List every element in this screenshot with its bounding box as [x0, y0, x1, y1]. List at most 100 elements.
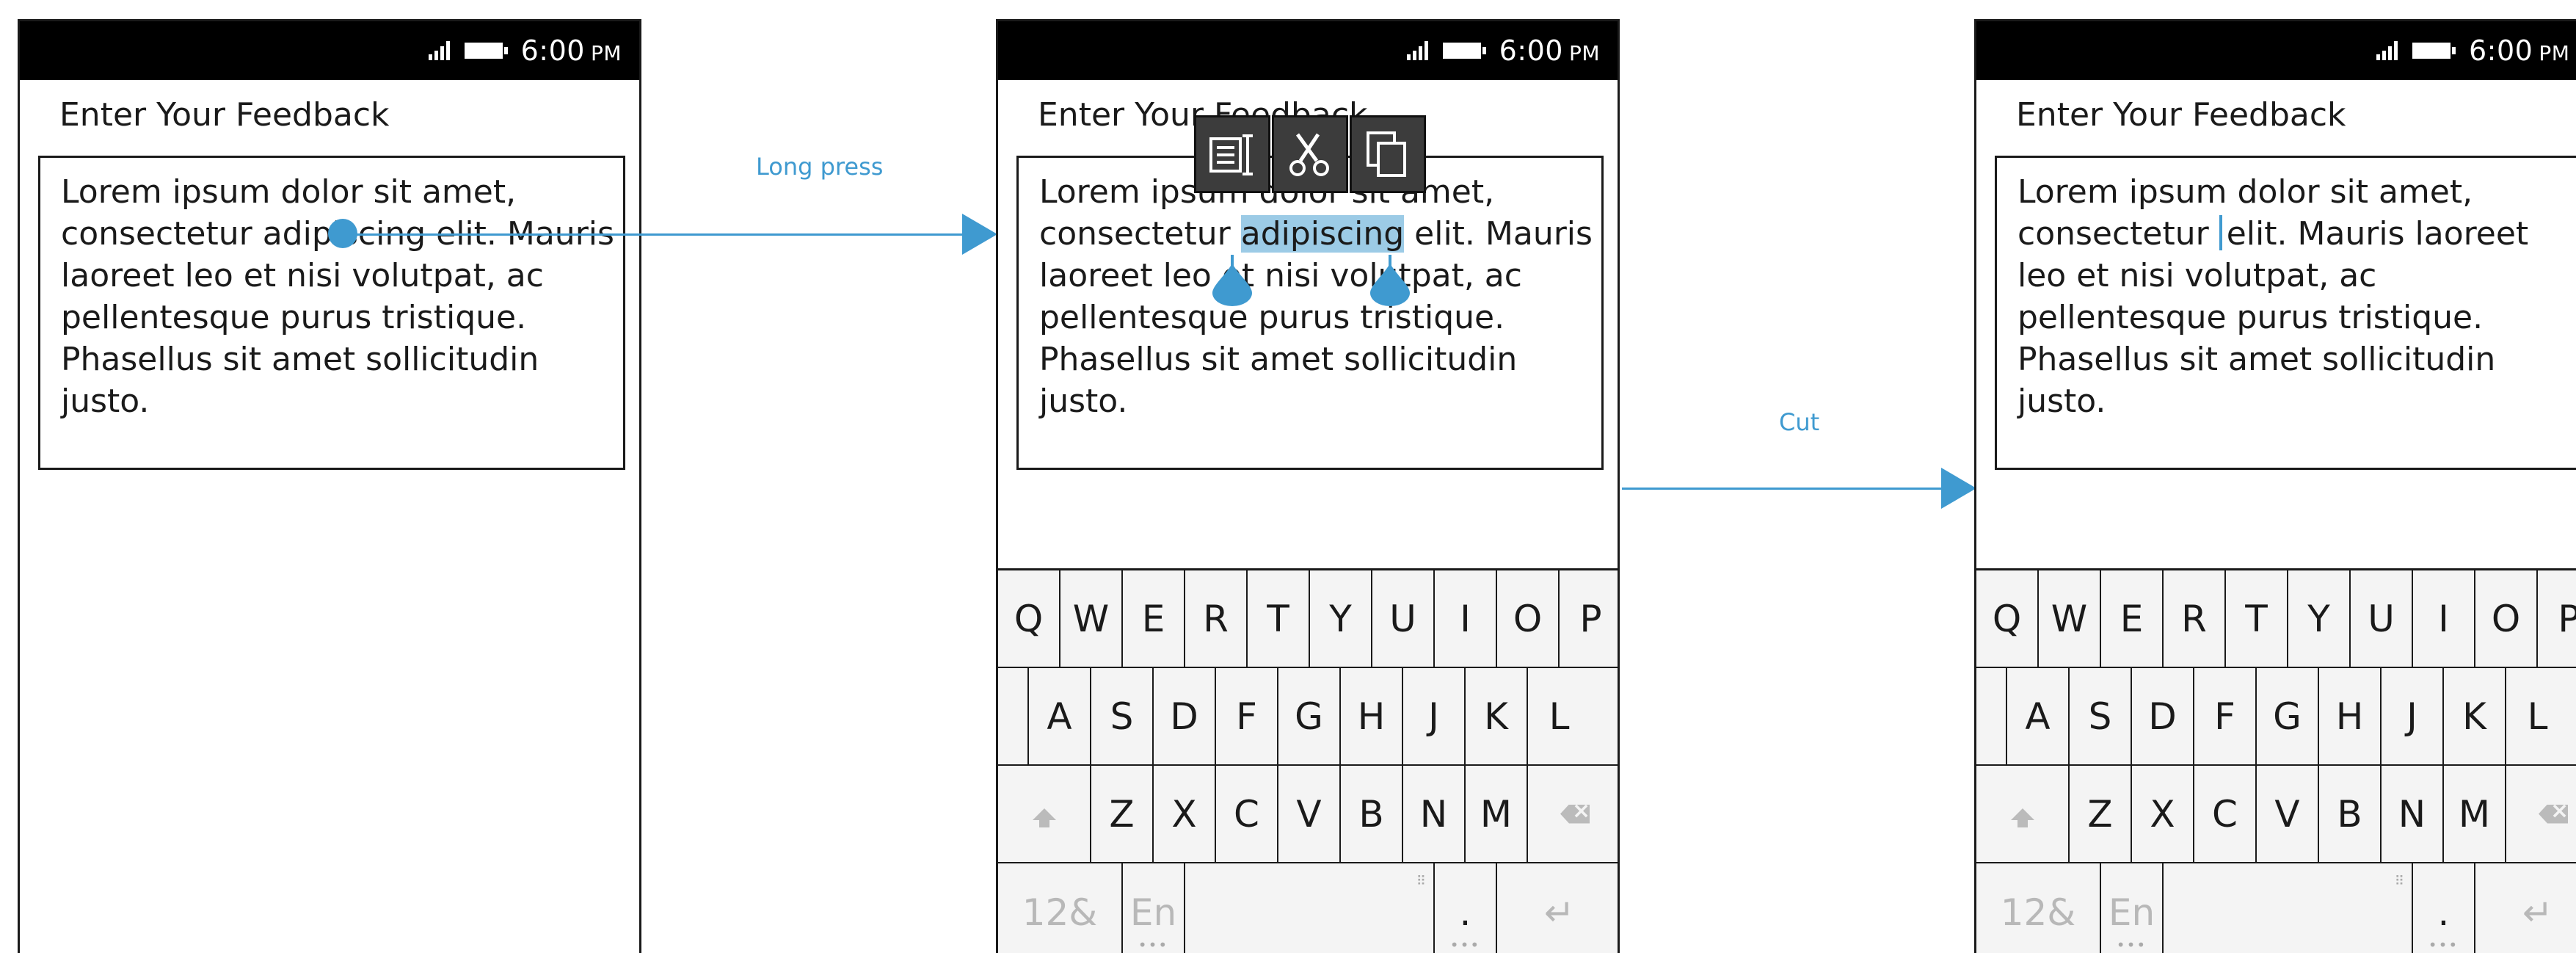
virtual-keyboard: QWERTYUIOP ASDFGHJKL ZXCVBNM 12&En••• ⠿ .•… — [998, 568, 1618, 953]
key-x[interactable]: X — [1154, 766, 1216, 862]
key-q[interactable]: Q — [998, 570, 1060, 667]
key-g[interactable]: G — [2257, 668, 2319, 764]
key-q[interactable]: Q — [1976, 570, 2039, 667]
page-title: Enter Your Feedback — [2016, 96, 2346, 134]
signal-icon — [2376, 41, 2398, 60]
key-l[interactable]: L — [2506, 668, 2569, 764]
key-p[interactable]: P — [2538, 570, 2576, 667]
shift-key[interactable] — [1976, 766, 2070, 862]
backspace-key[interactable] — [1528, 766, 1618, 862]
key-d[interactable]: D — [1154, 668, 1216, 764]
key-b[interactable]: B — [1341, 766, 1403, 862]
key-k[interactable]: K — [2444, 668, 2506, 764]
key-t[interactable]: T — [2226, 570, 2288, 667]
key-w[interactable]: W — [1060, 570, 1123, 667]
space-menu-icon: ⠿ — [2394, 874, 2404, 889]
key-z[interactable]: Z — [1091, 766, 1154, 862]
key-k[interactable]: K — [1466, 668, 1528, 764]
selection-start-handle[interactable] — [1211, 255, 1254, 306]
key-d[interactable]: D — [2132, 668, 2194, 764]
space-menu-icon: ⠿ — [1416, 874, 1426, 889]
numbers-key[interactable]: 12& — [1976, 863, 2101, 953]
feedback-textarea[interactable]: Lorem ipsum dolor sit amet,consectetur a… — [1016, 156, 1604, 470]
key-o[interactable]: O — [2475, 570, 2538, 667]
key-j[interactable]: J — [2382, 668, 2444, 764]
key-w[interactable]: W — [2039, 570, 2101, 667]
key-t[interactable]: T — [1248, 570, 1310, 667]
status-time: 6:00 PM — [520, 35, 622, 67]
selection-end-handle[interactable] — [1369, 255, 1411, 306]
key-r[interactable]: R — [1185, 570, 1248, 667]
key-o[interactable]: O — [1497, 570, 1560, 667]
status-bar: 6:00 PM — [20, 21, 639, 80]
key-l[interactable]: L — [1528, 668, 1590, 764]
keyboard-row-4: 12& En ••• ⠿ . ••• ↵ — [998, 863, 1618, 953]
space-key[interactable]: ⠿ — [2164, 863, 2413, 953]
text-cursor — [2219, 215, 2222, 250]
key-y[interactable]: Y — [1310, 570, 1372, 667]
key-b[interactable]: B — [2319, 766, 2382, 862]
shift-key[interactable] — [998, 766, 1091, 862]
key-c[interactable]: C — [2194, 766, 2257, 862]
key-e[interactable]: E — [2101, 570, 2164, 667]
shift-icon — [2010, 808, 2034, 827]
key-m[interactable]: M — [1466, 766, 1528, 862]
select-all-icon[interactable] — [1194, 115, 1270, 193]
key-j[interactable]: J — [1403, 668, 1466, 764]
key-v[interactable]: V — [2257, 766, 2319, 862]
space-key[interactable]: ⠿ — [1185, 863, 1435, 953]
key-f[interactable]: F — [2194, 668, 2257, 764]
cut-icon[interactable] — [1272, 115, 1348, 193]
phone-screen-selection: 6:00PM Enter Your Feedback Lorem ipsum d… — [996, 19, 1620, 953]
key-i[interactable]: I — [1435, 570, 1497, 667]
key-s[interactable]: S — [2070, 668, 2132, 764]
status-bar: 6:00 PM — [1976, 21, 2576, 80]
key-y[interactable]: Y — [2288, 570, 2351, 667]
key-n[interactable]: N — [1403, 766, 1466, 862]
feedback-textarea[interactable]: Lorem ipsum dolor sit amet,consectetur a… — [38, 156, 625, 470]
enter-key[interactable]: ↵ — [1497, 863, 1618, 953]
key-u[interactable]: U — [1372, 570, 1435, 667]
key-z[interactable]: Z — [2070, 766, 2132, 862]
key-p[interactable]: P — [1560, 570, 1618, 667]
status-bar: 6:00 PM — [998, 21, 1618, 80]
copy-icon[interactable] — [1350, 115, 1426, 193]
backspace-key[interactable] — [2506, 766, 2576, 862]
backspace-icon — [1560, 804, 1590, 824]
numbers-key[interactable]: 12& — [998, 863, 1123, 953]
key-g[interactable]: G — [1278, 668, 1341, 764]
battery-icon — [464, 43, 508, 59]
key-x[interactable]: X — [2132, 766, 2194, 862]
key-h[interactable]: H — [2319, 668, 2382, 764]
key-r[interactable]: R — [2164, 570, 2226, 667]
keyboard-row-4: 12& En ••• ⠿ . ••• ↵ — [1976, 863, 2576, 953]
punctuation-options-indicator: ••• — [2428, 936, 2459, 953]
page-title: Enter Your Feedback — [59, 96, 390, 134]
period-key[interactable]: . ••• — [1435, 863, 1497, 953]
battery-icon — [2412, 43, 2456, 59]
key-m[interactable]: M — [2444, 766, 2506, 862]
key-h[interactable]: H — [1341, 668, 1403, 764]
transition-arrow-head — [1941, 468, 1976, 509]
keyboard-row-2: ASDFGHJKL — [998, 668, 1618, 766]
key-n[interactable]: N — [2382, 766, 2444, 862]
feedback-textarea[interactable]: Lorem ipsum dolor sit amet, consectetur e… — [1995, 156, 2576, 470]
key-f[interactable]: F — [1216, 668, 1278, 764]
period-key[interactable]: . ••• — [2413, 863, 2475, 953]
key-s[interactable]: S — [1091, 668, 1154, 764]
language-key[interactable]: En ••• — [2101, 863, 2164, 953]
text-context-menu — [1194, 115, 1426, 193]
key-a[interactable]: A — [1029, 668, 1091, 764]
transition-arrow-head — [962, 214, 997, 255]
key-i[interactable]: I — [2413, 570, 2475, 667]
language-key[interactable]: En ••• — [1123, 863, 1185, 953]
enter-key[interactable]: ↵ — [2475, 863, 2576, 953]
key-c[interactable]: C — [1216, 766, 1278, 862]
key-e[interactable]: E — [1123, 570, 1185, 667]
key-v[interactable]: V — [1278, 766, 1341, 862]
language-options-indicator: ••• — [1138, 936, 1169, 953]
key-u[interactable]: U — [2351, 570, 2413, 667]
signal-icon — [1406, 41, 1428, 60]
key-a[interactable]: A — [2007, 668, 2070, 764]
feedback-text: Lorem ipsum dolor sit amet,consectetur a… — [1039, 173, 1593, 420]
